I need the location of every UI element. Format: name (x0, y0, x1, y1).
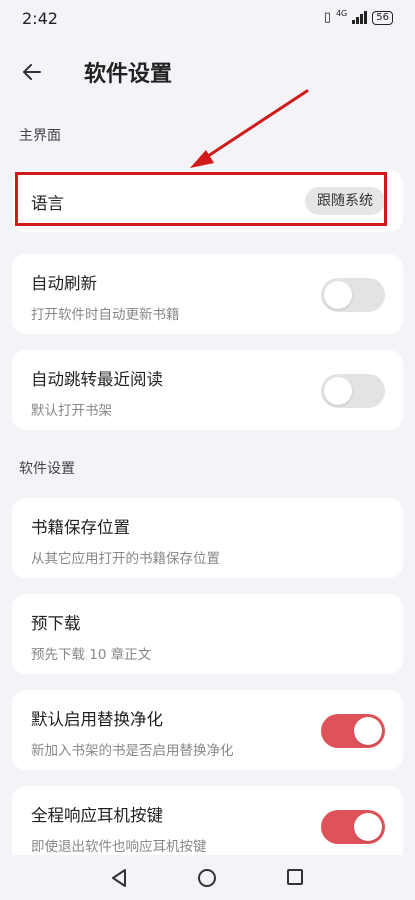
nav-recents-icon[interactable] (286, 868, 304, 886)
nav-back-icon[interactable] (110, 868, 128, 888)
system-nav-bar (0, 855, 415, 900)
nav-home-icon[interactable] (197, 868, 217, 888)
annotation-arrow-icon (190, 89, 309, 168)
